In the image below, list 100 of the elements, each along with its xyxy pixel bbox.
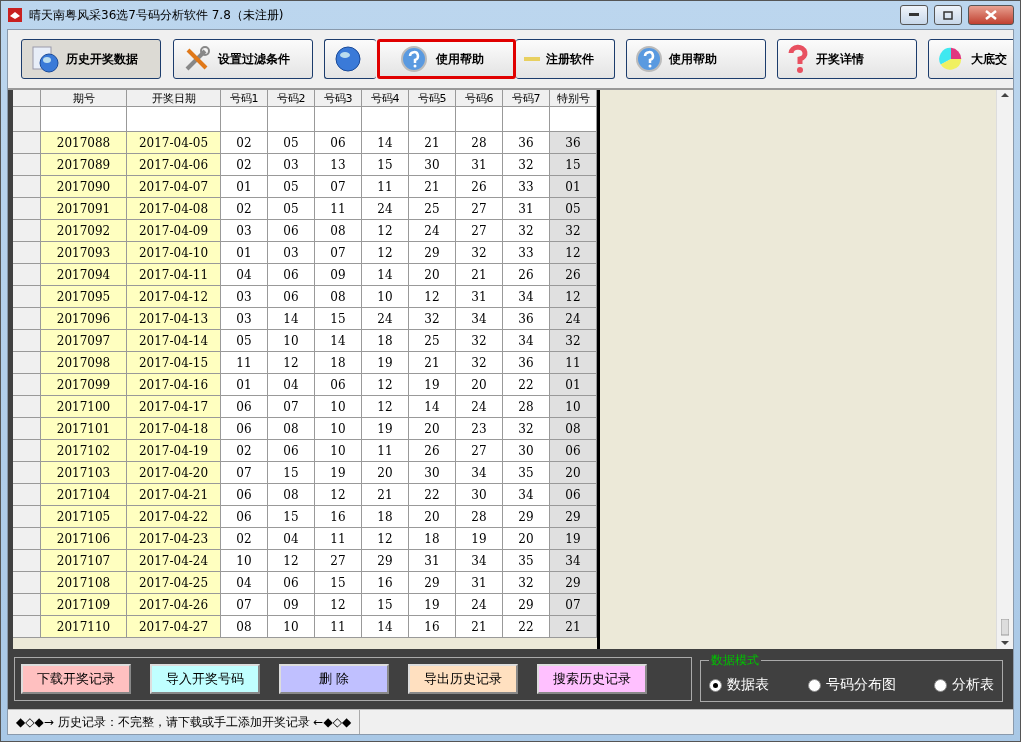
toolbar-button[interactable]: 大底交	[928, 39, 1013, 79]
toolbar-button[interactable]: 开奖详情	[777, 39, 917, 79]
action-button[interactable]: 搜索历史记录	[537, 664, 647, 694]
table-cell: 2017104	[41, 484, 127, 506]
table-cell: 2017109	[41, 594, 127, 616]
toolbar-button[interactable]: 设置过滤条件	[173, 39, 313, 79]
table-cell: 32	[503, 220, 550, 242]
table-cell: 2017098	[41, 352, 127, 374]
table-cell: 06	[550, 440, 597, 462]
table-cell: 2017-04-05	[127, 132, 221, 154]
table-cell: 11	[315, 198, 362, 220]
row-header	[13, 107, 41, 132]
table-cell: 21	[409, 176, 456, 198]
table-cell: 31	[456, 154, 503, 176]
row-header	[13, 484, 41, 506]
table-cell: 19	[409, 374, 456, 396]
action-button[interactable]: 下载开奖记录	[21, 664, 131, 694]
table-cell: 34	[456, 550, 503, 572]
table-cell: 28	[503, 396, 550, 418]
table-cell: 2017-04-26	[127, 594, 221, 616]
table-cell: 12	[362, 242, 409, 264]
table-cell: 2017091	[41, 198, 127, 220]
table-cell: 21	[456, 616, 503, 638]
table-cell: 04	[268, 528, 315, 550]
table-cell: 14	[362, 264, 409, 286]
filter-input[interactable]	[315, 107, 362, 132]
table-cell: 2017088	[41, 132, 127, 154]
table-cell: 2017106	[41, 528, 127, 550]
table-cell: 08	[268, 484, 315, 506]
action-button[interactable]: 删 除	[279, 664, 389, 694]
table-cell: 2017089	[41, 154, 127, 176]
action-button[interactable]: 导出历史记录	[408, 664, 518, 694]
column-header: 号码4	[362, 90, 409, 107]
close-button[interactable]	[968, 5, 1014, 25]
column-header: 开奖日期	[127, 90, 221, 107]
toolbar-button[interactable]: 注册软件	[516, 39, 615, 79]
table-cell: 19	[456, 528, 503, 550]
table-cell: 16	[315, 506, 362, 528]
mode-radio[interactable]: 分析表	[934, 676, 994, 694]
table-cell: 11	[315, 616, 362, 638]
table-cell: 12	[315, 484, 362, 506]
filter-input[interactable]	[409, 107, 456, 132]
table-cell: 30	[503, 440, 550, 462]
filter-input[interactable]	[456, 107, 503, 132]
filter-input[interactable]	[41, 107, 127, 132]
filter-input[interactable]	[503, 107, 550, 132]
table-cell: 06	[221, 506, 268, 528]
action-button[interactable]: 导入开奖号码	[150, 664, 260, 694]
table-cell: 2017110	[41, 616, 127, 638]
table-cell: 10	[221, 550, 268, 572]
row-header	[13, 616, 41, 638]
table-cell: 2017093	[41, 242, 127, 264]
table-cell: 22	[503, 374, 550, 396]
table-cell: 04	[268, 374, 315, 396]
minimize-button[interactable]	[900, 5, 928, 25]
table-cell: 32	[503, 154, 550, 176]
table-cell: 32	[456, 352, 503, 374]
filter-input[interactable]	[268, 107, 315, 132]
mode-radio[interactable]: 数据表	[709, 676, 769, 694]
toolbar-button[interactable]: 历史开奖数据	[21, 39, 161, 79]
table-cell: 07	[550, 594, 597, 616]
filter-input[interactable]	[221, 107, 268, 132]
table-cell: 32	[456, 330, 503, 352]
table-cell: 10	[362, 286, 409, 308]
table-cell: 34	[550, 550, 597, 572]
table-cell: 12	[362, 374, 409, 396]
table-cell: 10	[550, 396, 597, 418]
table-cell: 2017103	[41, 462, 127, 484]
table-cell: 2017092	[41, 220, 127, 242]
table-cell: 02	[221, 528, 268, 550]
table-cell: 15	[268, 462, 315, 484]
table-cell: 2017095	[41, 286, 127, 308]
help-button[interactable]: 使用帮助	[377, 39, 516, 79]
filter-input[interactable]	[127, 107, 221, 132]
table-cell: 31	[503, 198, 550, 220]
scrollbar[interactable]	[996, 90, 1013, 649]
table-cell: 20	[550, 462, 597, 484]
table-cell: 12	[315, 594, 362, 616]
scroll-up-icon[interactable]	[1001, 90, 1009, 100]
table-cell: 26	[456, 176, 503, 198]
table-cell: 2017096	[41, 308, 127, 330]
table-cell: 02	[221, 440, 268, 462]
column-header: 号码1	[221, 90, 268, 107]
table-cell: 34	[456, 462, 503, 484]
maximize-button[interactable]	[934, 5, 962, 25]
filter-input[interactable]	[550, 107, 597, 132]
mode-radio[interactable]: 号码分布图	[807, 676, 896, 694]
table-cell: 26	[503, 264, 550, 286]
filter-input[interactable]	[362, 107, 409, 132]
table-cell: 31	[456, 572, 503, 594]
table-cell: 27	[456, 198, 503, 220]
table-cell: 08	[268, 418, 315, 440]
table-cell: 34	[503, 286, 550, 308]
toolbar-button[interactable]	[324, 39, 376, 79]
group-title: 数据模式	[710, 652, 760, 669]
table-cell: 06	[221, 418, 268, 440]
table-cell: 12	[362, 396, 409, 418]
toolbar-button[interactable]: 使用帮助	[626, 39, 766, 79]
row-header	[13, 572, 41, 594]
table-cell: 15	[268, 506, 315, 528]
